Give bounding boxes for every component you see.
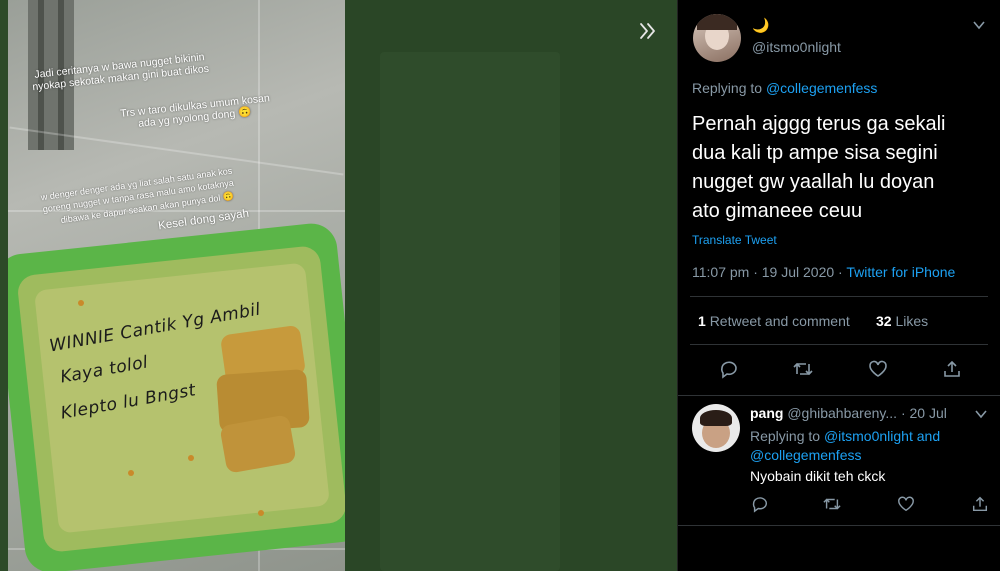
tweet-detail-panel: 🌙 @itsmo0nlight Replying to @collegemenf…: [677, 0, 1000, 571]
retweet-icon: [792, 359, 814, 379]
photo-viewer: Jadi ceritanya w bawa nugget bikinin nyo…: [0, 0, 677, 571]
reply-icon: [719, 359, 739, 379]
tweet-photo[interactable]: Jadi ceritanya w bawa nugget bikinin nyo…: [8, 0, 345, 571]
retweets-label: Retweet and comment: [709, 313, 850, 329]
tweet-source-link[interactable]: Twitter for iPhone: [846, 264, 955, 280]
retweets-stat[interactable]: 1 Retweet and comment: [698, 313, 850, 329]
heart-icon: [897, 495, 915, 513]
share-icon: [942, 359, 962, 379]
double-chevron-right-icon: [637, 21, 657, 41]
reply-date[interactable]: · 20 Jul: [901, 405, 947, 421]
retweets-count: 1: [698, 313, 706, 329]
author-handle[interactable]: @itsmo0nlight: [752, 39, 841, 55]
reply-mention-link[interactable]: @itsmo0nlight: [824, 428, 913, 444]
tweet-text-line: Pernah ajggg terus ga sekali: [692, 113, 946, 135]
dimmed-page-sidebar: [600, 20, 677, 571]
reply-replying-label: Replying to: [750, 428, 824, 444]
dimmed-page-card: [380, 52, 560, 571]
crumb: [128, 470, 134, 476]
reply-text: Nyobain dikit teh ckck: [750, 468, 886, 484]
like-button[interactable]: [866, 357, 890, 381]
tweet-text-line: ato gimaneee ceuu: [692, 200, 863, 222]
tweet-text: Pernah ajggg terus ga sekali dua kali tp…: [692, 110, 946, 226]
crumb: [78, 300, 84, 306]
tweet-options-button[interactable]: [972, 18, 986, 32]
author-display-name[interactable]: 🌙: [752, 17, 769, 34]
translate-tweet-link[interactable]: Translate Tweet: [692, 233, 777, 247]
share-icon: [971, 495, 989, 513]
likes-count: 32: [876, 313, 892, 329]
replying-to-link[interactable]: @collegemenfess: [766, 80, 878, 96]
replying-to-line: Replying to @collegemenfess: [692, 80, 877, 96]
reply-icon: [751, 495, 769, 513]
likes-label: Likes: [895, 313, 929, 329]
tweet-text-line: nugget gw yaallah lu doyan: [692, 171, 935, 193]
retweet-button[interactable]: [791, 357, 815, 381]
share-button[interactable]: [940, 357, 964, 381]
expand-panel-button[interactable]: [630, 14, 664, 48]
divider: [690, 344, 988, 345]
reply-header: pang @ghibahbareny... · 20 Jul: [750, 405, 947, 421]
crumb: [258, 510, 264, 516]
tweet-text-line: dua kali tp ampe sisa segini: [692, 142, 938, 164]
author-avatar[interactable]: [693, 14, 741, 62]
retweet-icon: [822, 495, 842, 513]
reply-button[interactable]: [717, 357, 741, 381]
divider: [690, 296, 988, 297]
heart-icon: [868, 359, 888, 379]
chevron-down-icon: [974, 407, 988, 421]
tweet-timestamp: 11:07 pm · 19 Jul 2020 · Twitter for iPh…: [692, 264, 955, 280]
reply-options-button[interactable]: [974, 407, 988, 421]
reply-author-name[interactable]: pang: [750, 405, 783, 421]
reply-replying-to: Replying to @itsmo0nlight and @collegeme…: [750, 427, 990, 465]
likes-stat[interactable]: 32 Likes: [876, 313, 928, 329]
crumb: [188, 455, 194, 461]
divider: [678, 525, 1000, 526]
reply-and-text: and: [912, 428, 941, 444]
divider: [678, 395, 1000, 396]
replying-to-label: Replying to: [692, 80, 766, 96]
tweet-time: 11:07 pm · 19 Jul 2020 ·: [692, 264, 847, 280]
reply-share-button[interactable]: [968, 492, 992, 516]
floor-tile-line: [9, 126, 344, 176]
reply-author-handle[interactable]: @ghibahbareny...: [787, 405, 897, 421]
reply-author-avatar[interactable]: [692, 404, 740, 452]
reply-like-button[interactable]: [894, 492, 918, 516]
reply-mention-link[interactable]: @collegemenfess: [750, 447, 862, 463]
reply-retweet-button[interactable]: [820, 492, 844, 516]
reply-reply-button[interactable]: [748, 492, 772, 516]
chevron-down-icon: [972, 18, 986, 32]
